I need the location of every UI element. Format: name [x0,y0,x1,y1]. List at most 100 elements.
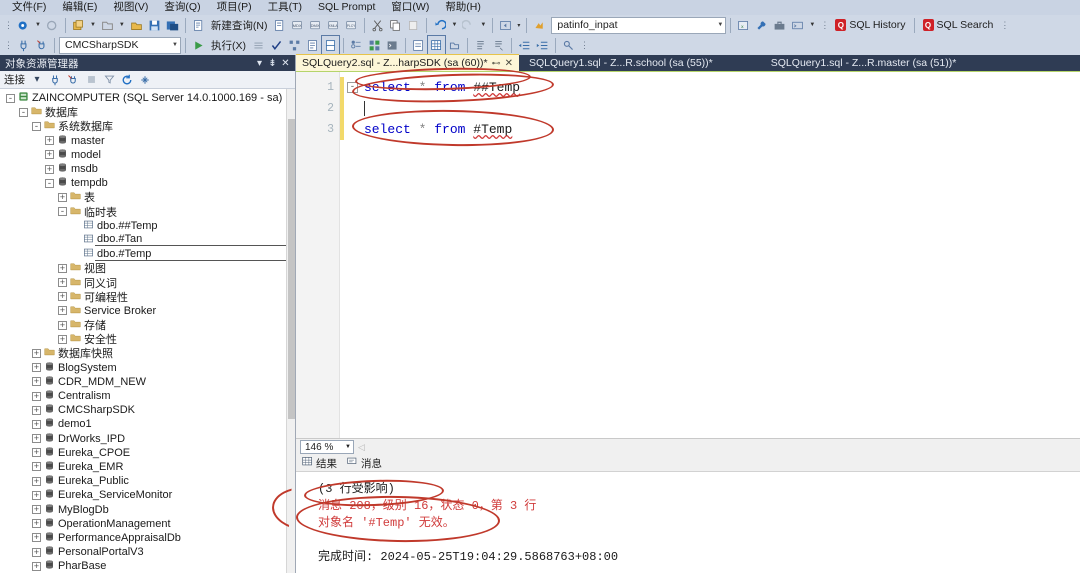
expand-icon[interactable]: + [32,363,41,373]
tree-node[interactable]: - 数据库 [0,105,295,119]
menu-tools[interactable]: 工具(T) [260,0,310,15]
menu-project[interactable]: 项目(P) [209,0,260,15]
messages-output[interactable]: (3 行受影响) 消息 208，级别 16，状态 0，第 3 行对象名 '#Tem… [296,472,1080,573]
filter-icon[interactable] [101,72,117,88]
expand-icon[interactable]: + [32,348,41,358]
toolbar-overflow-icon[interactable]: ▾ [515,22,522,29]
tree-node[interactable]: + CMCSharpSDK [0,403,295,417]
expand-icon[interactable]: + [32,462,41,472]
toolbar-grip-4[interactable]: ⋮ [2,40,14,51]
connect-dropdown-icon[interactable]: ▼ [33,22,43,28]
expand-icon[interactable]: + [58,306,67,316]
toolbox-icon[interactable] [771,16,788,34]
decrease-indent-icon[interactable] [516,36,533,54]
menu-window[interactable]: 窗口(W) [383,0,437,15]
new-policy-query-icon[interactable]: PLCY [343,16,360,34]
menu-query[interactable]: 查询(Q) [156,0,208,15]
execute-icon[interactable] [190,36,207,54]
tree-node[interactable]: + Eureka_ServiceMonitor [0,488,295,502]
tree-node[interactable]: + MyBlogDb [0,502,295,516]
code-line[interactable] [340,98,1080,119]
tree-node[interactable]: dbo.#Temp [0,247,295,261]
include-actual-plan-icon[interactable] [321,35,340,55]
sync-icon[interactable] [137,72,153,88]
comment-lines-icon[interactable] [472,36,489,54]
open-folder-icon[interactable] [128,16,145,34]
copy-icon[interactable] [387,16,404,34]
wrench-icon[interactable] [753,16,770,34]
tree-scrollbar-thumb[interactable] [288,119,295,419]
zoom-select[interactable]: 146 % ▼ [300,440,354,454]
tree-node[interactable]: + msdb [0,162,295,176]
expand-icon[interactable]: + [58,263,67,273]
export-excel-icon[interactable]: x [735,16,752,34]
expand-icon[interactable]: + [32,391,41,401]
display-estimated-plan-icon[interactable] [286,36,303,54]
pin-tab-icon[interactable]: ⊷ [492,58,501,69]
tab-results[interactable]: 结果 [302,456,337,471]
new-query-icon[interactable] [190,16,207,34]
collapse-icon[interactable]: - [6,93,15,103]
parse-check-icon[interactable] [268,36,285,54]
expand-icon[interactable]: + [58,278,67,288]
console-dropdown-icon[interactable]: ▼ [807,22,817,28]
collapse-icon[interactable]: - [32,121,41,131]
save-icon[interactable] [146,16,163,34]
expand-icon[interactable]: + [45,164,54,174]
new-query-current-connection-icon[interactable] [271,16,288,34]
expand-icon[interactable]: + [45,150,54,160]
expand-icon[interactable]: + [32,405,41,415]
tree-node[interactable]: + demo1 [0,417,295,431]
database-combo[interactable]: patinfo_inpat ▼ [551,16,727,34]
sql-history-button[interactable]: Q SQL History [831,16,909,34]
tree-node[interactable]: - 临时表 [0,205,295,219]
code-line[interactable]: select * from #Temp [340,119,1080,140]
available-databases-icon[interactable] [531,16,548,34]
cut-icon[interactable] [369,16,386,34]
tree-node[interactable]: + 同义词 [0,275,295,290]
collapse-icon[interactable]: - [19,107,28,117]
disconnect-query-icon[interactable] [33,36,50,54]
new-dmx-query-icon[interactable]: DMX [307,16,324,34]
open-dropdown-icon[interactable]: ▼ [117,22,127,28]
tree-node[interactable]: + DrWorks_IPD [0,432,295,446]
undo-dropdown-icon[interactable]: ▼ [449,22,459,28]
uncomment-lines-icon[interactable] [490,36,507,54]
new-xmla-query-icon[interactable]: XMLA [325,16,342,34]
tree-node[interactable]: + model [0,148,295,162]
tree-node[interactable]: + PharBase [0,559,295,573]
undo-icon[interactable] [431,16,448,34]
tree-node[interactable]: dbo.##Temp [0,219,295,233]
expand-icon[interactable]: + [45,136,54,146]
tab-sqlquery1-master[interactable]: SQLQuery1.sql - Z...R.master (sa (51))* [765,54,963,71]
expand-icon[interactable]: + [32,533,41,543]
new-project-dropdown-icon[interactable]: ▼ [88,22,98,28]
tree-node[interactable]: + PerformanceAppraisalDb [0,531,295,545]
object-explorer-tree[interactable]: - ZAINCOMPUTER (SQL Server 14.0.1000.169 … [0,89,295,573]
save-all-icon[interactable] [164,16,181,34]
chevron-down-icon-2[interactable]: ▼ [166,42,178,48]
fold-collapse-icon[interactable]: - [347,82,358,93]
results-to-file-icon[interactable] [446,36,463,54]
connect-plug-icon[interactable] [47,72,63,88]
open-file-icon[interactable] [99,16,116,34]
connect-query-icon[interactable] [15,36,32,54]
menu-view[interactable]: 视图(V) [105,0,156,15]
refresh-icon[interactable] [119,72,135,88]
menu-sql-prompt[interactable]: SQL Prompt [310,0,383,15]
tree-node[interactable]: + 存储 [0,318,295,332]
sql-search-button[interactable]: Q SQL Search [919,16,998,34]
close-tab-icon[interactable]: ✕ [505,58,513,69]
connect-label[interactable]: 连接 [4,72,27,87]
expand-icon[interactable]: + [32,434,41,444]
tree-node[interactable]: + Eureka_CPOE [0,446,295,460]
results-to-grid-icon[interactable] [427,35,446,55]
tree-node[interactable]: + master [0,134,295,148]
code-area[interactable]: - select * from ##Temp select * from #Temp [340,72,1080,438]
tree-node[interactable]: - 系统数据库 [0,119,295,133]
navigate-backward-icon[interactable] [497,16,514,34]
tab-sqlquery1-school[interactable]: SQLQuery1.sql - Z...R.school (sa (55))* [523,54,719,71]
tree-node[interactable]: + 可编程性 [0,290,295,304]
tree-node[interactable]: dbo.#Tan [0,233,295,247]
customize-toolbar-icon[interactable] [560,36,577,54]
